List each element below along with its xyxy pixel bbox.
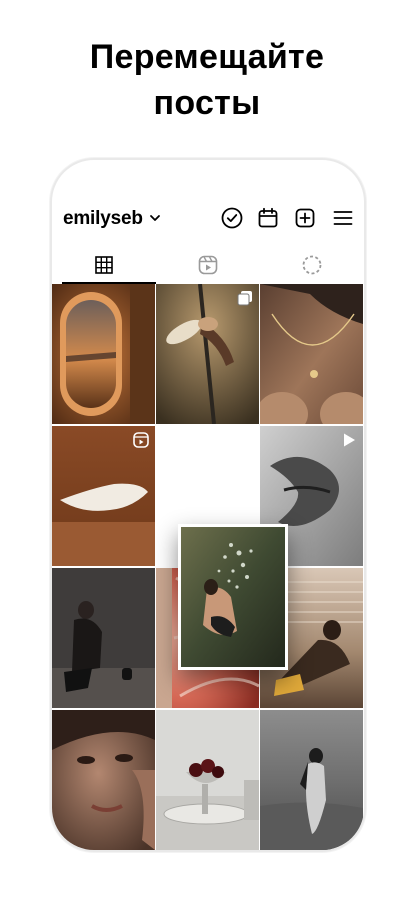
post-cherries[interactable] <box>156 710 259 850</box>
caret-down-icon[interactable] <box>149 212 161 224</box>
post-face-portrait[interactable] <box>52 710 155 850</box>
menu-icon[interactable] <box>331 206 355 230</box>
reels-badge-icon <box>133 432 149 448</box>
carousel-icon <box>237 291 252 306</box>
calendar-icon[interactable] <box>256 206 280 230</box>
post-airplane-window[interactable] <box>52 284 155 424</box>
reels-tab[interactable] <box>156 248 260 282</box>
grid-tab[interactable] <box>52 248 156 282</box>
stories-tab[interactable] <box>260 248 364 282</box>
headline-line-2: посты <box>153 84 261 122</box>
headline-line-1: Перемещайте <box>89 38 325 76</box>
grid-icon <box>95 256 113 274</box>
post-pole-dancer[interactable] <box>156 284 259 424</box>
profile-header: emilyseb <box>52 204 364 238</box>
post-woman-sea[interactable] <box>260 710 363 850</box>
profile-tabs <box>52 248 364 284</box>
headline: Перемещайте посты <box>0 34 414 126</box>
add-square-icon[interactable] <box>293 206 317 230</box>
username-switcher[interactable]: emilyseb <box>63 208 143 230</box>
check-circle-icon[interactable] <box>220 206 244 230</box>
post-cream-swatch[interactable] <box>52 426 155 566</box>
reels-icon <box>198 255 218 275</box>
phone-frame: emilyseb <box>50 158 366 852</box>
dashed-circle-icon <box>302 255 322 275</box>
play-icon <box>344 433 355 447</box>
post-necklace[interactable] <box>260 284 363 424</box>
dragged-post-swimmer[interactable] <box>178 524 288 670</box>
posts-grid <box>52 284 364 850</box>
post-woman-sitting[interactable] <box>52 568 155 708</box>
